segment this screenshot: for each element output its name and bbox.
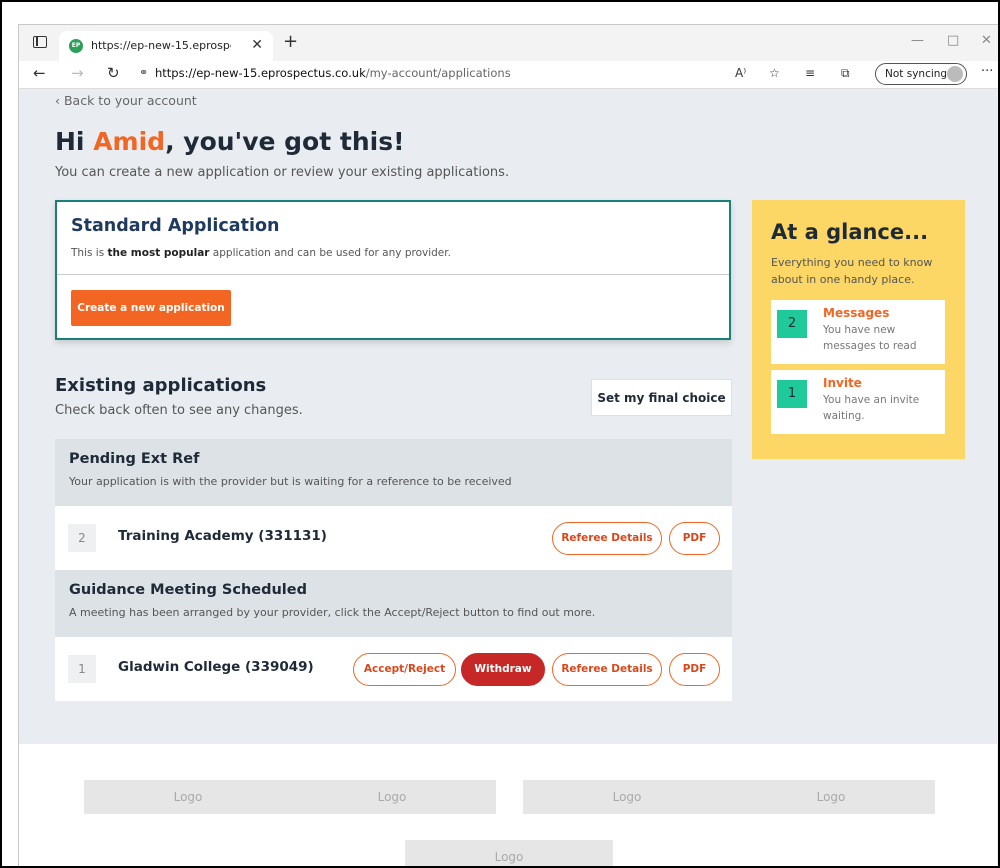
referee-details-button[interactable]: Referee Details — [552, 522, 662, 555]
footer-logos: Logo Logo Logo Logo Logo — [19, 744, 997, 866]
desc-suffix: application and can be used for any prov… — [209, 247, 451, 259]
application-row: 2 Training Academy (331131) Referee Deta… — [55, 506, 732, 570]
partner-logo[interactable]: Logo — [405, 840, 613, 866]
more-menu-icon[interactable]: ··· — [981, 64, 993, 79]
existing-applications-subtitle: Check back often to see any changes. — [55, 403, 303, 418]
status-group-title: Guidance Meeting Scheduled — [69, 582, 307, 598]
provider-name: Training Academy (331131) — [118, 528, 327, 544]
favorite-icon[interactable]: ☆ — [769, 66, 780, 80]
partner-logo[interactable]: Logo — [727, 780, 935, 814]
site-favicon-icon: EP — [69, 39, 83, 53]
url-field[interactable]: https://ep-new-15.eprospectus.co.uk/my-a… — [155, 66, 511, 80]
favorites-bar-icon[interactable]: ≡ — [805, 66, 815, 80]
count-badge: 1 — [777, 380, 807, 408]
desc-bold: the most popular — [107, 247, 210, 259]
greeting-suffix: , you've got this! — [165, 127, 405, 156]
back-arrow-icon[interactable]: ← — [33, 64, 46, 82]
glance-item-desc: You have new messages to read — [823, 324, 917, 352]
greeting-prefix: Hi — [55, 127, 94, 156]
existing-applications-title: Existing applications — [55, 375, 267, 396]
pdf-button[interactable]: PDF — [669, 522, 720, 555]
desc-prefix: This is — [71, 247, 108, 259]
glance-invite-card[interactable]: 1 Invite You have an invite waiting. — [771, 370, 945, 434]
glance-item-desc: You have an invite waiting. — [823, 394, 920, 422]
standard-application-card: Standard Application This is the most po… — [55, 200, 731, 340]
status-group-desc: A meeting has been arranged by your prov… — [69, 606, 596, 619]
standard-application-desc: This is the most popular application and… — [71, 247, 451, 259]
back-to-account-link[interactable]: ‹ Back to your account — [55, 93, 197, 108]
user-name: Amid — [93, 127, 166, 156]
minimize-icon[interactable]: — — [911, 33, 924, 48]
pdf-button[interactable]: PDF — [669, 653, 720, 686]
set-final-choice-button[interactable]: Set my final choice — [591, 379, 732, 416]
maximize-icon[interactable]: □ — [947, 33, 959, 48]
refresh-icon[interactable]: ↻ — [107, 64, 120, 82]
new-tab-button[interactable]: + — [283, 31, 298, 52]
glance-messages-card[interactable]: 2 Messages You have new messages to read — [771, 300, 945, 364]
accept-reject-button[interactable]: Accept/Reject — [353, 653, 456, 686]
tab-switcher-icon[interactable] — [33, 36, 47, 48]
browser-tab[interactable]: EP https://ep-new-15.eprospectus.c ✕ — [59, 31, 273, 61]
glance-item-title: Messages — [823, 306, 890, 320]
tab-title: https://ep-new-15.eprospectus.c — [91, 39, 231, 52]
read-aloud-icon[interactable]: A⁾ — [735, 66, 746, 80]
create-application-button[interactable]: Create a new application — [71, 290, 231, 326]
provider-name: Gladwin College (339049) — [118, 659, 314, 675]
page-content: ‹ Back to your account Hi Amid, you've g… — [19, 89, 998, 866]
tab-close-icon[interactable]: ✕ — [251, 37, 263, 53]
glance-title: At a glance... — [771, 220, 929, 244]
address-bar: ← → ↻ ⚭ https://ep-new-15.eprospectus.co… — [19, 61, 998, 89]
url-host: https://ep-new-15.eprospectus.co.uk — [155, 66, 366, 80]
tab-bar: EP https://ep-new-15.eprospectus.c ✕ + —… — [19, 25, 998, 61]
row-number: 1 — [68, 655, 96, 683]
profile-avatar-icon — [947, 66, 963, 82]
status-group-header: Pending Ext Ref Your application is with… — [55, 439, 732, 506]
forward-arrow-icon[interactable]: → — [71, 64, 84, 82]
status-group-desc: Your application is with the provider bu… — [69, 475, 512, 488]
partner-logo[interactable]: Logo — [523, 780, 731, 814]
status-group-title: Pending Ext Ref — [69, 451, 200, 467]
sync-status-button[interactable]: Not syncing — [875, 63, 967, 85]
collections-icon[interactable]: ⧉ — [841, 66, 850, 81]
standard-application-title: Standard Application — [71, 216, 280, 236]
status-group-header: Guidance Meeting Scheduled A meeting has… — [55, 570, 732, 637]
browser-window: EP https://ep-new-15.eprospectus.c ✕ + —… — [18, 24, 998, 866]
withdraw-button[interactable]: Withdraw — [461, 653, 545, 686]
sync-label: Not syncing — [885, 68, 948, 80]
page-subtitle: You can create a new application or revi… — [55, 165, 510, 180]
referee-details-button[interactable]: Referee Details — [552, 653, 662, 686]
url-path: /my-account/applications — [365, 66, 511, 80]
at-a-glance-panel: At a glance... Everything you need to kn… — [752, 200, 965, 459]
count-badge: 2 — [777, 310, 807, 338]
close-window-icon[interactable]: ✕ — [981, 33, 992, 48]
glance-subtitle: Everything you need to know about in one… — [771, 256, 933, 286]
row-number: 2 — [68, 524, 96, 552]
card-divider — [57, 274, 729, 275]
application-row: 1 Gladwin College (339049) Accept/Reject… — [55, 637, 732, 701]
screenshot-frame: EP https://ep-new-15.eprospectus.c ✕ + —… — [0, 0, 1000, 868]
partner-logo[interactable]: Logo — [288, 780, 496, 814]
partner-logo[interactable]: Logo — [84, 780, 292, 814]
page-title: Hi Amid, you've got this! — [55, 127, 404, 156]
lock-icon[interactable]: ⚭ — [139, 66, 148, 79]
glance-item-title: Invite — [823, 376, 862, 390]
